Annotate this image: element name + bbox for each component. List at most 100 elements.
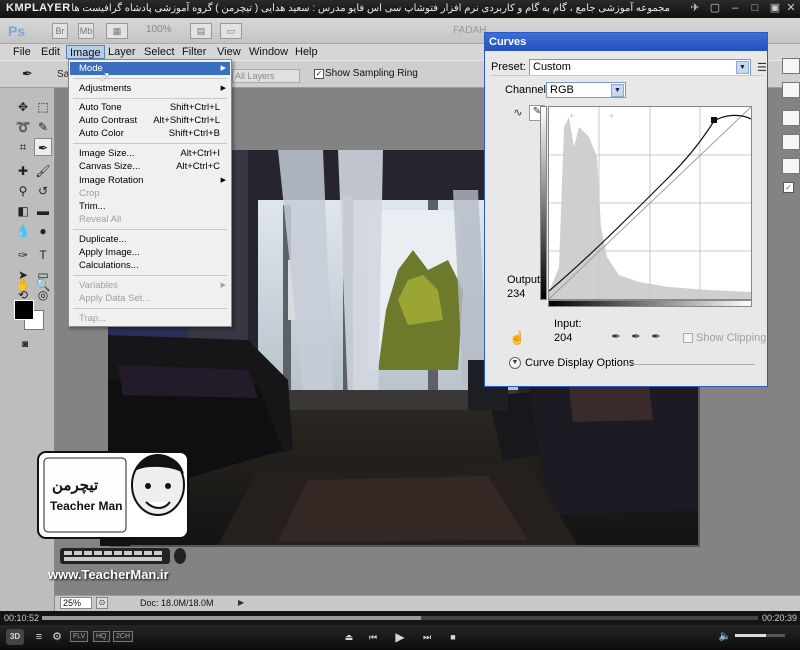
menu-icon[interactable]: ≡ <box>32 629 46 645</box>
on-image-adjust-icon[interactable]: ☝ <box>509 330 525 346</box>
history-brush-icon[interactable]: ↺ <box>34 182 52 200</box>
menu-view[interactable]: View <box>214 45 244 59</box>
show-clipping-checkbox[interactable] <box>683 333 693 343</box>
curve-display-options-label[interactable]: Curve Display Options <box>525 357 634 369</box>
settings-gear-icon[interactable]: ⚙ <box>50 629 64 645</box>
svg-text:+: + <box>569 111 574 121</box>
menu-window[interactable]: Window <box>246 45 291 59</box>
stop-icon[interactable]: ■ <box>446 629 460 645</box>
preset-options-icon[interactable]: ☰ <box>757 61 767 74</box>
menu-item-calculations[interactable]: Calculations... <box>70 259 230 272</box>
workspace-switcher[interactable]: FADAH <box>453 25 486 36</box>
minimize-icon[interactable]: – <box>728 2 742 15</box>
curve-point-tool-icon[interactable]: ∿ <box>509 106 527 122</box>
previous-icon[interactable]: ⏮ <box>366 629 380 645</box>
arrange-documents-icon[interactable]: ▤ <box>190 23 212 39</box>
pen-tool-icon[interactable]: ✑ <box>14 246 32 264</box>
total-time: 00:20:39 <box>762 613 798 623</box>
status-doc-size: Doc: 18.0M/18.0M <box>140 598 214 608</box>
menu-file[interactable]: File <box>10 45 34 59</box>
menu-item-mode[interactable]: Mode ▶ <box>70 62 230 75</box>
ok-button[interactable] <box>782 58 800 74</box>
chevron-down-icon[interactable]: ▼ <box>509 357 521 369</box>
menu-item-trim[interactable]: Trim... <box>70 200 230 213</box>
status-info-icon[interactable]: ⊙ <box>96 597 108 609</box>
menu-item-adjustments[interactable]: Adjustments ▶ <box>70 82 230 95</box>
cancel-button[interactable] <box>782 82 800 98</box>
menu-item-auto-contrast[interactable]: Auto Contrast Alt+Shift+Ctrl+L <box>70 114 230 127</box>
preset-select[interactable]: Custom ▼ <box>529 59 751 76</box>
white-point-eyedropper-icon[interactable]: ✒ <box>649 330 663 344</box>
quick-mask-icon[interactable]: ◙ <box>16 336 34 354</box>
input-value[interactable]: 204 <box>554 332 572 344</box>
foreground-color-swatch[interactable] <box>14 300 34 320</box>
gradient-tool-icon[interactable]: ▬ <box>34 202 52 220</box>
pin-icon[interactable]: ✈ <box>688 2 702 15</box>
close-icon[interactable]: ✕ <box>784 2 798 15</box>
zoom-tool-icon[interactable]: 🔍 <box>34 276 52 294</box>
menu-separator <box>73 98 227 99</box>
menu-item-image-rotation[interactable]: Image Rotation ▶ <box>70 174 230 187</box>
lasso-tool-icon[interactable]: ➰ <box>14 118 32 136</box>
player-caption: مجموعه آموزشی جامع ، گام به گام و کاربرد… <box>71 3 670 14</box>
eject-icon[interactable]: ⏏ <box>342 629 356 645</box>
dodge-tool-icon[interactable]: ● <box>34 222 52 240</box>
menu-separator <box>73 308 227 309</box>
restore-icon[interactable]: □ <box>748 2 762 15</box>
3d-mode-icon[interactable]: 3D <box>6 629 24 645</box>
marquee-tool-icon[interactable]: ⬚ <box>34 98 52 116</box>
photoshop-logo: Ps <box>8 23 26 39</box>
menu-item-apply-image[interactable]: Apply Image... <box>70 246 230 259</box>
clone-stamp-icon[interactable]: ⚲ <box>14 182 32 200</box>
menu-item-canvas-size[interactable]: Canvas Size... Alt+Ctrl+C <box>70 160 230 173</box>
crop-tool-icon[interactable]: ⌗ <box>14 138 32 156</box>
input-label: Input: <box>554 318 582 330</box>
play-icon[interactable]: ▶ <box>392 629 408 645</box>
view-extras-icon[interactable]: ▦ <box>106 23 128 39</box>
bridge-icon[interactable]: Br <box>52 23 68 39</box>
show-sampling-ring-checkbox[interactable]: ✓ <box>314 69 324 79</box>
menu-separator <box>73 143 227 144</box>
divider <box>491 75 763 76</box>
blur-tool-icon[interactable]: 💧 <box>14 222 32 240</box>
menu-filter[interactable]: Filter <box>179 45 209 59</box>
menu-item-duplicate[interactable]: Duplicate... <box>70 233 230 246</box>
eyedropper-icon[interactable]: ✒ <box>34 138 52 156</box>
menu-item-image-size[interactable]: Image Size... Alt+Ctrl+I <box>70 147 230 160</box>
brush-tool-icon[interactable]: 🖌 <box>34 162 52 180</box>
screen-mode-icon[interactable]: ▭ <box>220 23 242 39</box>
healing-brush-icon[interactable]: ✚ <box>14 162 32 180</box>
status-zoom-field[interactable]: 25% <box>60 597 92 609</box>
channel-select[interactable]: RGB ▼ <box>546 82 626 98</box>
mini-bridge-icon[interactable]: Mb <box>78 23 94 39</box>
menu-help[interactable]: Help <box>292 45 321 59</box>
quick-selection-icon[interactable]: ✎ <box>34 118 52 136</box>
gray-point-eyedropper-icon[interactable]: ✒ <box>629 330 643 344</box>
maximize-icon[interactable]: ▣ <box>768 2 782 15</box>
menu-item-auto-color[interactable]: Auto Color Shift+Ctrl+B <box>70 127 230 140</box>
menu-layer[interactable]: Layer <box>105 45 139 59</box>
type-tool-icon[interactable]: T <box>34 246 52 264</box>
eraser-tool-icon[interactable]: ◧ <box>14 202 32 220</box>
status-menu-arrow-icon[interactable]: ▶ <box>238 598 244 607</box>
speaker-icon[interactable]: 🔈 <box>718 629 732 645</box>
options-button[interactable] <box>782 158 800 174</box>
menu-edit[interactable]: Edit <box>38 45 63 59</box>
auto-button[interactable] <box>782 134 800 150</box>
menu-item-auto-tone[interactable]: Auto Tone Shift+Ctrl+L <box>70 101 230 114</box>
always-on-top-icon[interactable]: ▢ <box>708 2 722 15</box>
hand-tool-icon[interactable]: ✋ <box>14 276 32 294</box>
menu-select[interactable]: Select <box>141 45 178 59</box>
eyedropper-tool-icon[interactable]: ✒ <box>22 66 33 82</box>
curves-graph[interactable]: + + <box>548 106 752 300</box>
preview-checkbox[interactable]: ✓ <box>783 182 794 193</box>
smooth-button[interactable] <box>782 110 800 126</box>
output-value[interactable]: 234 <box>507 288 525 300</box>
sample-layers-select[interactable]: All Layers <box>232 69 300 83</box>
move-tool-icon[interactable]: ✥ <box>14 98 32 116</box>
next-icon[interactable]: ⏭ <box>420 629 434 645</box>
zoom-level[interactable]: 100% <box>146 24 172 35</box>
menu-image[interactable]: Image <box>66 45 105 59</box>
black-point-eyedropper-icon[interactable]: ✒ <box>609 330 623 344</box>
preset-label: Preset: <box>491 61 526 73</box>
